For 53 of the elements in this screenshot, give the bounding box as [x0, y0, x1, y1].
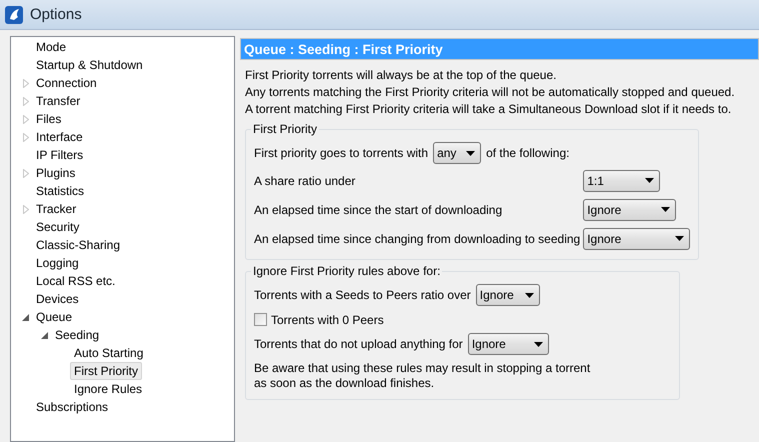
- dropdown[interactable]: Ignore: [468, 333, 549, 355]
- group-title: Ignore First Priority rules above for:: [253, 264, 440, 278]
- caret-icon: [645, 178, 654, 183]
- caret-icon: [675, 236, 684, 241]
- field-label: An elapsed time since the start of downloading: [254, 202, 504, 218]
- field-label: A share ratio under: [254, 172, 356, 190]
- tree-item[interactable]: Local RSS etc.: [32, 272, 120, 290]
- note-text: Be aware that using these rules may result in stopping a torrent as soon as the download finishes.: [254, 360, 590, 392]
- tree-item[interactable]: Security: [32, 218, 84, 236]
- tree-item[interactable]: Classic-Sharing: [32, 236, 124, 254]
- tree-item[interactable]: Ignore Rules: [70, 380, 146, 398]
- window-title: Options: [30, 6, 82, 23]
- dropdown[interactable]: 1:1: [583, 170, 660, 192]
- field-label: First priority goes to torrents with: [254, 146, 428, 160]
- tree-item[interactable]: Queue: [32, 308, 76, 326]
- caret-icon: [466, 150, 476, 156]
- dropdown[interactable]: Ignore: [583, 198, 676, 220]
- tree-item[interactable]: Devices: [32, 290, 83, 308]
- tree-item[interactable]: Subscriptions: [32, 398, 112, 416]
- tree-item[interactable]: Transfer: [32, 92, 84, 110]
- tree-item[interactable]: Auto Starting: [70, 344, 148, 362]
- field-label: An elapsed time since changing from downloading to seeding: [254, 230, 580, 248]
- tree-item[interactable]: IP Filters: [32, 146, 88, 164]
- dropdown[interactable]: Ignore: [476, 284, 540, 306]
- tree-item[interactable]: First Priority: [70, 362, 142, 380]
- checkbox-label[interactable]: Torrents with 0 Peers: [271, 312, 384, 326]
- tree-item[interactable]: Interface: [32, 128, 87, 146]
- app-icon: [5, 6, 23, 24]
- field-label: of the following:: [486, 146, 570, 160]
- tree-item[interactable]: Logging: [32, 254, 83, 272]
- tree-item[interactable]: Plugins: [32, 164, 80, 182]
- description-text: A torrent matching First Priority criteria will take a Simultaneous Download slot if it needs to.: [245, 101, 732, 118]
- page-header: Queue : Seeding : First Priority: [240, 38, 759, 60]
- dropdown[interactable]: any: [433, 142, 482, 164]
- caret-icon: [661, 207, 670, 212]
- tree-item[interactable]: Mode: [32, 38, 70, 56]
- tree-item[interactable]: Startup & Shutdown: [32, 56, 147, 74]
- checkbox[interactable]: [254, 313, 267, 326]
- tree-item[interactable]: Files: [32, 110, 66, 128]
- field-label: Torrents that do not upload anything for: [254, 337, 463, 351]
- description-text: First Priority torrents will always be at the top of the queue.: [245, 67, 558, 84]
- description-text: Any torrents matching the First Priority criteria will not be automatically stopped and queued.: [245, 84, 736, 101]
- caret-icon: [524, 292, 534, 298]
- dropdown[interactable]: Ignore: [583, 228, 690, 250]
- caret-icon: [534, 342, 543, 346]
- group-title: First Priority: [253, 122, 317, 136]
- tree-item[interactable]: Seeding: [51, 326, 104, 344]
- triangle-icon[interactable]: [22, 314, 29, 320]
- tree-item[interactable]: Statistics: [32, 182, 88, 200]
- tree-item[interactable]: Tracker: [32, 200, 80, 218]
- triangle-icon[interactable]: [41, 332, 48, 338]
- field-label: Torrents with a Seeds to Peers ratio over: [254, 288, 471, 302]
- tree-item[interactable]: Connection: [32, 74, 101, 92]
